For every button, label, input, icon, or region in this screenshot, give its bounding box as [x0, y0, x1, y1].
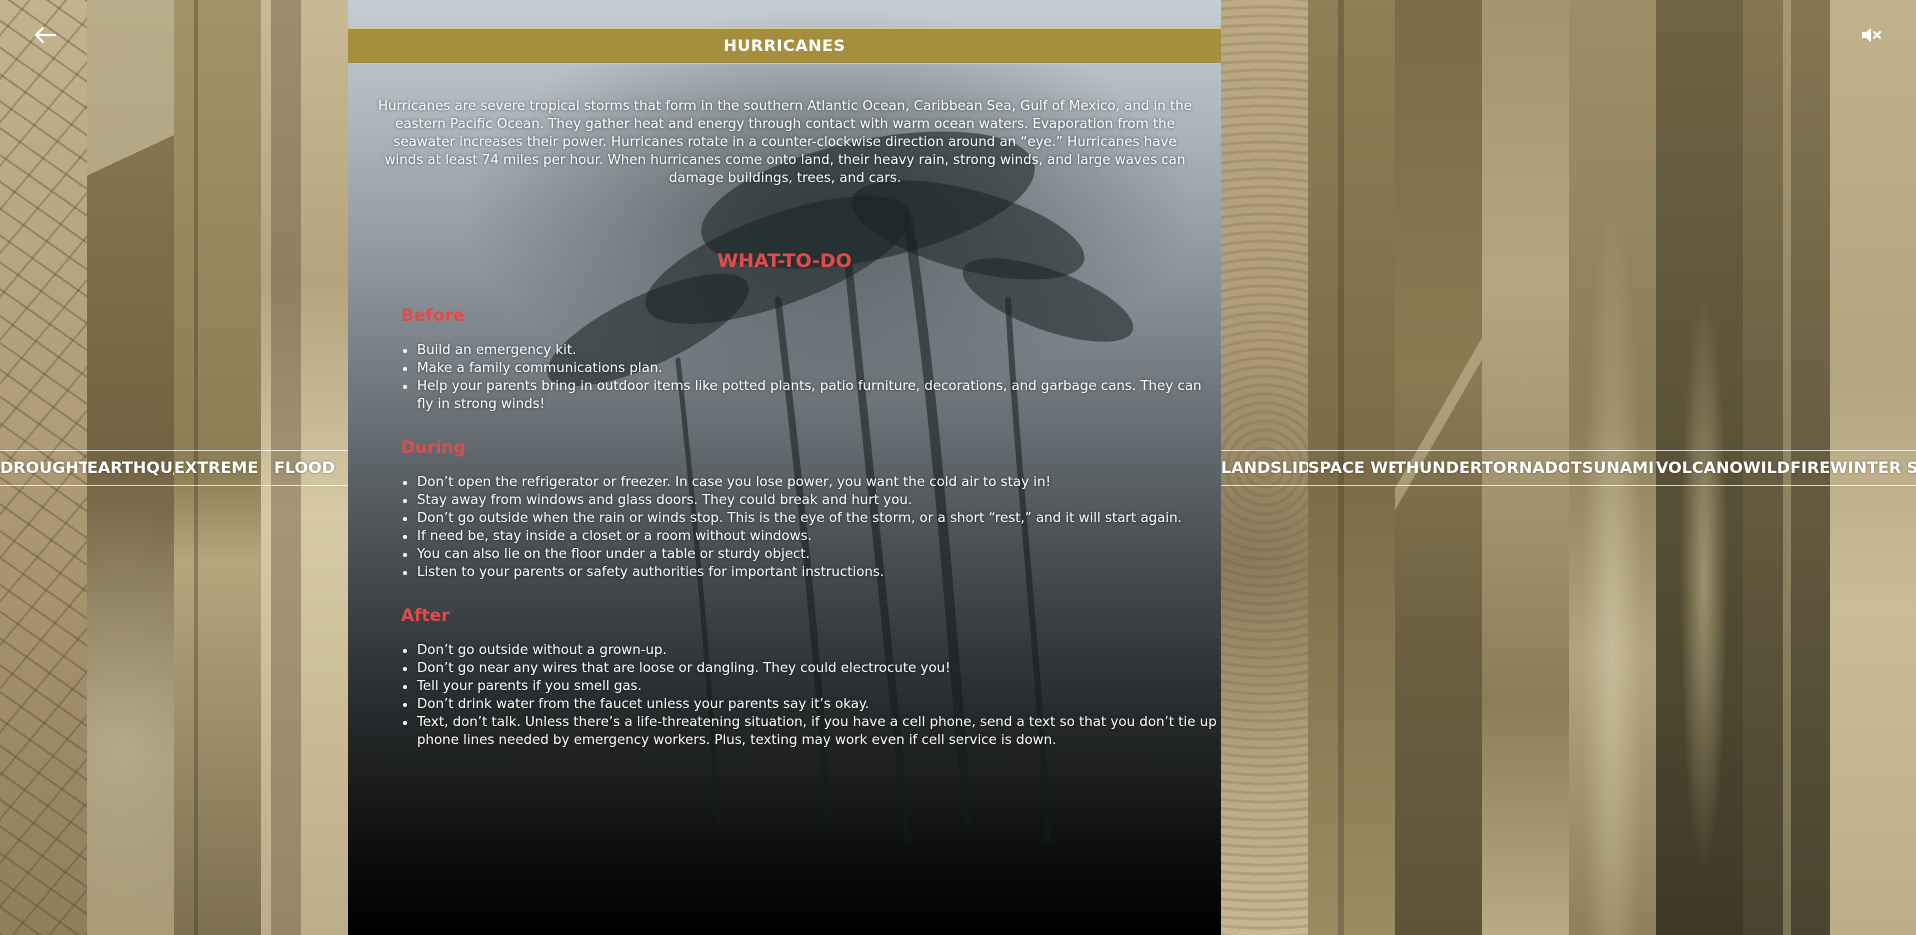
list-item: Help your parents bring in outdoor items… [417, 378, 1217, 414]
list-item: You can also lie on the floor under a ta… [417, 546, 1217, 564]
list-item: Don’t drink water from the faucet unless… [417, 696, 1217, 714]
list-item: Don’t open the refrigerator or freezer. … [417, 474, 1217, 492]
strip-extreme-heat[interactable]: EXTREME H [174, 0, 261, 935]
list-item: Don’t go outside when the rain or winds … [417, 510, 1217, 528]
back-button[interactable] [30, 20, 60, 50]
strip-wildfire[interactable]: WILDFIRE [1743, 0, 1830, 935]
before-list: Build an emergency kit. Make a family co… [401, 342, 1217, 414]
speaker-muted-icon [1862, 28, 1881, 42]
list-item: Text, don’t talk. Unless there’s a life-… [417, 714, 1217, 750]
strip-earthquake[interactable]: EARTHQU/ [87, 0, 174, 935]
strip-flood[interactable]: FLOOD [261, 0, 348, 935]
after-heading: After [401, 606, 450, 626]
strip-label-thunderstorm: THUNDERS [1395, 450, 1482, 486]
list-item: Tell your parents if you smell gas. [417, 678, 1217, 696]
list-item: If need be, stay inside a closet or a ro… [417, 528, 1217, 546]
after-list: Don’t go outside without a grown-up. Don… [401, 642, 1217, 750]
list-item: Stay away from windows and glass doors. … [417, 492, 1217, 510]
strip-label-tornado: TORNADO [1482, 450, 1569, 486]
intro-paragraph: Hurricanes are severe tropical storms th… [377, 99, 1193, 186]
strip-label-drought: DROUGHT [0, 450, 87, 486]
strip-label-flood: FLOOD [261, 450, 348, 486]
list-item: Don’t go outside without a grown-up. [417, 642, 1217, 660]
strip-winter-storm[interactable]: WINTER ST [1830, 0, 1916, 935]
strip-landslide[interactable]: LANDSLID [1221, 0, 1308, 935]
strip-label-tsunami: TSUNAMI [1569, 450, 1656, 486]
page-title: HURRICANES [348, 28, 1221, 64]
list-item: Listen to your parents or safety authori… [417, 564, 1217, 582]
strip-label-wildfire: WILDFIRE [1743, 450, 1830, 486]
strip-label-space-weather: SPACE WE/ [1308, 450, 1395, 486]
list-item: Don’t go near any wires that are loose o… [417, 660, 1217, 678]
strip-volcano[interactable]: VOLCANO [1656, 0, 1743, 935]
strip-label-winter-storm: WINTER ST [1830, 450, 1916, 486]
during-heading: During [401, 438, 466, 458]
strip-space-weather[interactable]: SPACE WE/ [1308, 0, 1395, 935]
strip-drought[interactable]: DROUGHT [0, 0, 87, 935]
strip-tsunami[interactable]: TSUNAMI [1569, 0, 1656, 935]
hurricane-panel: HURRICANES Hurricanes are severe tropica… [348, 0, 1221, 935]
strip-thunderstorm[interactable]: THUNDERS [1395, 0, 1482, 935]
what-to-do-heading: WHAT-TO-DO [717, 250, 852, 272]
strip-label-volcano: VOLCANO [1656, 450, 1743, 486]
arrow-left-icon [34, 26, 56, 44]
hazards-page: DROUGHT EARTHQU/ EXTREME H FLOOD [0, 0, 1916, 935]
list-item: Build an emergency kit. [417, 342, 1217, 360]
list-item: Make a family communications plan. [417, 360, 1217, 378]
mute-button[interactable] [1856, 20, 1886, 50]
strip-label-extreme-heat: EXTREME H [174, 450, 261, 486]
strip-label-landslide: LANDSLID [1221, 450, 1308, 486]
strip-tornado[interactable]: TORNADO [1482, 0, 1569, 935]
before-heading: Before [401, 306, 465, 326]
strip-label-earthquake: EARTHQU/ [87, 450, 174, 486]
during-list: Don’t open the refrigerator or freezer. … [401, 474, 1217, 582]
